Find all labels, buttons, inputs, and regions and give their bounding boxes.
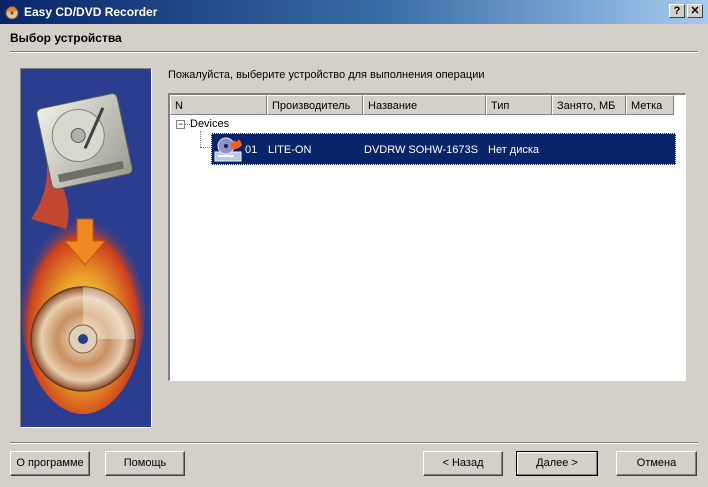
- column-manufacturer[interactable]: Производитель: [267, 95, 363, 115]
- hdd-to-cd-illustration: [21, 93, 145, 414]
- wizard-illustration: [20, 68, 152, 428]
- device-number: 01: [245, 144, 258, 156]
- device-name: DVDRW SOHW-1673S: [364, 144, 478, 156]
- page-title: Выбор устройства: [10, 31, 122, 45]
- help-button[interactable]: Помощь: [105, 451, 185, 476]
- column-label[interactable]: Метка: [626, 95, 674, 115]
- device-row-selected[interactable]: 01 LITE-ON DVDRW SOHW-1673S Нет диска: [211, 133, 676, 165]
- tree-root-devices[interactable]: Devices: [190, 118, 229, 130]
- device-type: Нет диска: [488, 144, 540, 156]
- column-type[interactable]: Тип: [486, 95, 552, 115]
- cd-fire-icon: [5, 6, 19, 20]
- dvd-drive-icon: [214, 137, 242, 162]
- tree-collapse-toggle[interactable]: −: [176, 120, 185, 129]
- back-button[interactable]: < Назад: [423, 451, 503, 476]
- window-title: Easy CD/DVD Recorder: [24, 5, 158, 19]
- device-list-header: N Производитель Название Тип Занято, МБ …: [170, 95, 674, 115]
- device-list[interactable]: N Производитель Название Тип Занято, МБ …: [168, 93, 686, 381]
- column-n[interactable]: N: [170, 95, 267, 115]
- help-title-button[interactable]: ?: [669, 4, 685, 18]
- tree-connector: [200, 147, 210, 148]
- close-icon: ✕: [690, 5, 700, 17]
- column-used-mb[interactable]: Занято, МБ: [552, 95, 626, 115]
- about-button[interactable]: О программе: [10, 451, 90, 476]
- close-window-button[interactable]: ✕: [687, 4, 703, 18]
- column-name[interactable]: Название: [363, 95, 486, 115]
- cancel-button[interactable]: Отмена: [616, 451, 697, 476]
- footer-divider: [10, 442, 698, 444]
- help-glyph: ?: [673, 5, 681, 17]
- instruction-text: Пожалуйста, выберите устройство для выпо…: [168, 69, 485, 81]
- header-divider: [10, 51, 698, 53]
- tree-connector: [200, 131, 201, 147]
- next-button[interactable]: Далее >: [516, 451, 598, 476]
- device-manufacturer: LITE-ON: [268, 144, 312, 156]
- title-bar: Easy CD/DVD Recorder ? ✕: [0, 0, 708, 24]
